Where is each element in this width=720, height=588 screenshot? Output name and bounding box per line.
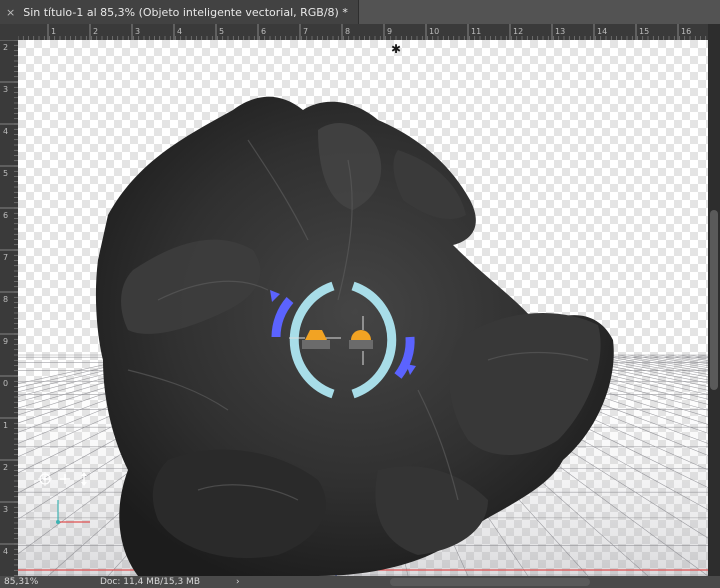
canvas-area[interactable]: ✱ (18, 40, 708, 576)
ruler-corner[interactable] (0, 24, 18, 40)
status-bar: 85,31% Doc: 11,4 MB/15,3 MB › (0, 576, 720, 588)
ruler-top-label: 12 (513, 27, 523, 36)
ruler-top-label: 14 (597, 27, 607, 36)
ruler-left[interactable]: 2 3 4 5 6 7 8 9 0 1 2 3 4 (0, 39, 18, 576)
ruler-top-ticks: 1 2 3 4 5 6 7 8 9 10 11 12 13 14 15 16 (17, 24, 707, 40)
ruler-top-label: 5 (219, 27, 224, 36)
ruler-left-label: 1 (3, 421, 8, 430)
ruler-top-label: 7 (303, 27, 308, 36)
ruler-left-label: 2 (3, 463, 8, 472)
ruler-top-label: 13 (555, 27, 565, 36)
ruler-left-label: 3 (3, 85, 8, 94)
vertical-scroll-thumb[interactable] (710, 210, 718, 390)
ruler-top-label: 15 (639, 27, 649, 36)
status-menu-arrow-icon[interactable]: › (236, 576, 240, 588)
ruler-top-label: 16 (681, 27, 691, 36)
ruler-left-label: 6 (3, 211, 8, 220)
ruler-left-label: 5 (3, 169, 8, 178)
ruler-top-label: 4 (177, 27, 182, 36)
ruler-left-label: 9 (3, 337, 8, 346)
ruler-left-label: 0 (3, 379, 8, 388)
ruler-left-ticks: 2 3 4 5 6 7 8 9 0 1 2 3 4 (0, 39, 18, 576)
ruler-left-label: 3 (3, 505, 8, 514)
document-title: Sin título-1 al 85,3% (Objeto inteligent… (23, 5, 348, 19)
ruler-left-label: 4 (3, 127, 8, 136)
ruler-left-label: 8 (3, 295, 8, 304)
ruler-top-label: 10 (429, 27, 439, 36)
tab-bar: × Sin título-1 al 85,3% (Objeto intelige… (0, 0, 720, 25)
ruler-left-label: 2 (3, 43, 8, 52)
document-tab[interactable]: × Sin título-1 al 85,3% (Objeto intelige… (0, 0, 359, 24)
ruler-top-label: 1 (51, 27, 56, 36)
document-size: Doc: 11,4 MB/15,3 MB (100, 577, 200, 587)
ruler-top-label: 3 (135, 27, 140, 36)
ruler-top-label: 9 (387, 27, 392, 36)
ruler-top-label: 8 (345, 27, 350, 36)
ruler-top-label: 6 (261, 27, 266, 36)
canvas-svg: ✱ (18, 40, 708, 576)
horizontal-scroll-thumb[interactable] (390, 578, 590, 586)
ruler-top[interactable]: 1 2 3 4 5 6 7 8 9 10 11 12 13 14 15 16 (17, 24, 708, 40)
ruler-left-label: 4 (3, 547, 8, 556)
ruler-left-label: 7 (3, 253, 8, 262)
close-tab-icon[interactable]: × (6, 6, 15, 19)
ruler-top-label: 2 (93, 27, 98, 36)
light-source-icon[interactable]: ✱ (391, 42, 401, 56)
zoom-level[interactable]: 85,31% (4, 576, 38, 588)
ruler-top-label: 11 (471, 27, 481, 36)
